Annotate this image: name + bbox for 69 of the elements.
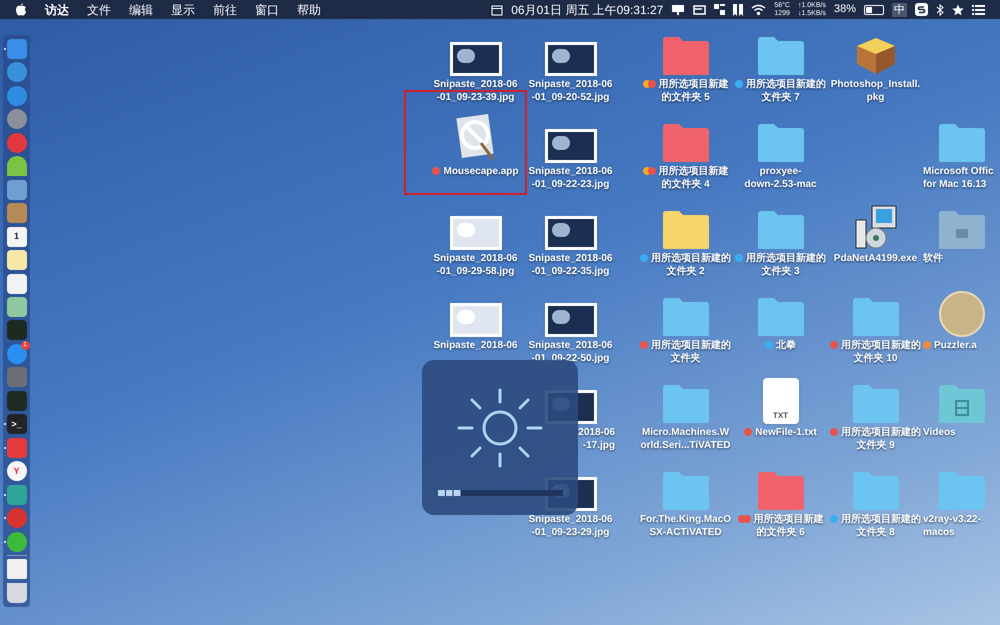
file-label: 用所选项目新建的 文件夹 7: [735, 79, 826, 104]
menu-item[interactable]: 帮助: [297, 0, 321, 18]
file-label: 用所选项目新建 的文件夹 5: [642, 79, 728, 104]
file-label: Photoshop_Install. pkg: [830, 79, 920, 104]
app-icon[interactable]: [6, 250, 26, 270]
menu-item[interactable]: 文件: [87, 0, 111, 18]
battery-percent: 38%: [834, 2, 856, 18]
bluetooth-icon: [936, 4, 944, 16]
menu-item[interactable]: 显示: [171, 0, 195, 18]
list-icon: [972, 4, 985, 14]
s-logo-icon: [915, 3, 928, 16]
app-icon[interactable]: [6, 559, 26, 580]
app-icon[interactable]: [6, 582, 26, 603]
file-label: NewFile-1.txt: [744, 427, 817, 440]
file-label: Videos: [923, 427, 956, 440]
calendar-icon: [491, 4, 504, 16]
file-label: v2ray-v3.22- macos: [923, 514, 981, 539]
app-icon[interactable]: [6, 156, 26, 176]
display-icon: [671, 4, 686, 16]
file-label: Mousecape.app: [432, 166, 519, 178]
app-icon[interactable]: [6, 180, 26, 200]
menu-item[interactable]: 编辑: [129, 0, 153, 18]
menu-item[interactable]: 访达: [45, 0, 69, 18]
wifi-icon: [751, 4, 766, 15]
icon-glyph: 1: [14, 232, 19, 242]
file-label: Snipaste_2018-06 -01_09-22-35.jpg: [528, 253, 612, 278]
file-label: 用所选项目新建的 文件夹 3: [735, 253, 826, 278]
file-label: 用所选项目新建的 文件夹 10: [830, 340, 921, 365]
file-label: 用所选项目新建的 文件夹 2: [640, 253, 731, 278]
bookmark-icon: [733, 4, 744, 16]
grid-icon: [714, 4, 726, 15]
sun-icon: [455, 386, 545, 470]
file-label: proxyee- down-2.53-mac: [744, 166, 817, 191]
file-label: Snipaste_2018-06 -01_09-22-50.jpg: [528, 340, 612, 365]
app-icon[interactable]: 1: [6, 226, 26, 247]
file-label: Puzzler.a: [923, 340, 977, 352]
file-label: Microsoft Offic for Mac 16.13: [923, 166, 994, 191]
file-label: 北拳: [765, 340, 796, 352]
star-icon: [952, 4, 964, 16]
app-icon[interactable]: [6, 274, 26, 294]
file-label: PdaNetA4199.exe: [834, 253, 918, 266]
file-label: 2018-06 -17.jpg: [578, 427, 616, 452]
file-label: Snipaste_2018-06 -01_09-22-23.jpg: [528, 166, 612, 191]
input-method-indicator[interactable]: 中: [892, 2, 907, 16]
file-label: Snipaste_2018-06 -01_09-23-29.jpg: [528, 514, 612, 539]
icon-glyph: Y: [13, 466, 20, 476]
apple-icon: [15, 3, 27, 16]
file-label: 用所选项目新建的 文件夹 9: [830, 427, 921, 452]
file-label: 用所选项目新建的 文件夹: [640, 340, 731, 365]
menu-item[interactable]: 窗口: [255, 0, 279, 18]
file-label: 用所选项目新建 的文件夹 6: [738, 514, 824, 539]
file-label: 软件: [923, 253, 943, 266]
file-label: 用所选项目新建的 文件夹 8: [830, 514, 921, 539]
file-label: 用所选项目新建 的文件夹 4: [642, 166, 728, 191]
file-label: Snipaste_2018-06 -01_09-23-39.jpg: [434, 79, 518, 104]
file-label: Snipaste_2018-06: [434, 340, 518, 352]
icon-glyph: >_: [11, 420, 22, 429]
file-label: Micro.Machines.W orld.Seri...TiVATED: [640, 427, 730, 452]
app-icon[interactable]: Y: [6, 461, 26, 482]
file-label: For.The.King.MacO SX-ACTiVATED: [640, 514, 732, 539]
menu-item[interactable]: 前往: [213, 0, 237, 18]
app-icon[interactable]: >_: [6, 414, 26, 434]
app-icon[interactable]: [6, 532, 26, 552]
file-type-label: TXT: [772, 410, 788, 422]
window-icon: [693, 4, 706, 14]
app-icon[interactable]: [6, 296, 26, 317]
file-label: Snipaste_2018-06 -01_09-20-52.jpg: [528, 79, 612, 104]
file-label: Snipaste_2018-06 -01_09-29-58.jpg: [434, 253, 518, 278]
clock-text: 06月01日 周五 上午09:31:27: [511, 2, 664, 18]
